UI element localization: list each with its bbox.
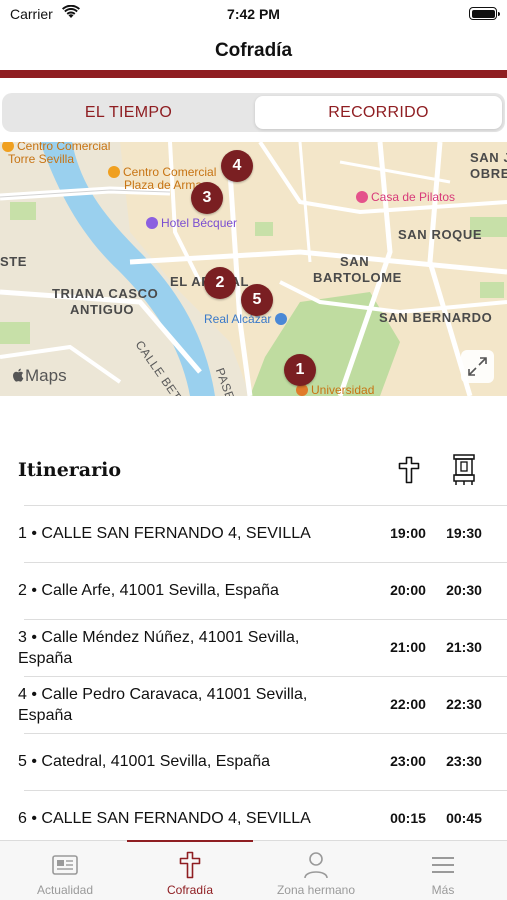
- tab-recorrido[interactable]: RECORRIDO: [255, 96, 502, 129]
- itinerary-row[interactable]: 2 • Calle Arfe, 41001 Sevilla, España 20…: [18, 562, 488, 619]
- shopping-icon: [108, 166, 120, 178]
- tab-label: Zona hermano: [276, 883, 356, 897]
- route-pin-3[interactable]: 3: [191, 182, 223, 214]
- cross-time: 23:00: [390, 753, 426, 769]
- menu-icon: [432, 857, 454, 873]
- tab-label: Actualidad: [36, 883, 94, 897]
- tab-label: Cofradía: [166, 883, 214, 897]
- district-triana: TRIANA CASCO ANTIGUO: [52, 286, 159, 317]
- poi-cc-torre-sevilla[interactable]: Centro Comercial Torre Sevilla: [2, 142, 110, 166]
- segmented-control: EL TIEMPO RECORRIDO: [2, 93, 505, 132]
- paso-time: 21:30: [446, 639, 482, 655]
- cross-time: 21:00: [390, 639, 426, 655]
- apple-maps-attribution[interactable]: Maps: [12, 366, 67, 386]
- stop-address: 6 • CALLE SAN FERNANDO 4, SEVILLA: [18, 810, 311, 827]
- poi-label: Casa de Pilatos: [371, 190, 456, 204]
- paso-time: 22:30: [446, 696, 482, 712]
- stop-address: 3 • Calle Méndez Núñez, 41001 Sevilla, E…: [18, 628, 300, 667]
- district-label-ste: STE: [0, 254, 28, 269]
- shopping-icon: [2, 142, 14, 152]
- cross-time: 20:00: [390, 582, 426, 598]
- expand-map-button[interactable]: [461, 350, 494, 383]
- poi-universidad[interactable]: Universidad: [296, 384, 374, 396]
- museum-icon: [356, 191, 368, 203]
- status-bar: Carrier 7:42 PM: [0, 0, 507, 28]
- apple-logo-icon: [13, 368, 24, 382]
- stop-address: 5 • Catedral, 41001 Sevilla, España: [18, 753, 270, 770]
- route-pin-4[interactable]: 4: [221, 150, 253, 182]
- cross-time: 22:00: [390, 696, 426, 712]
- itinerary-header: Itinerario: [18, 450, 488, 490]
- stop-address: 1 • CALLE SAN FERNANDO 4, SEVILLA: [18, 525, 311, 542]
- tab-zona-hermano[interactable]: Zona hermano: [253, 841, 379, 900]
- route-map[interactable]: Centro Comercial Torre Sevilla Centro Com…: [0, 142, 507, 396]
- active-tab-indicator: [127, 840, 253, 842]
- navigation-bar: Cofradía: [0, 28, 507, 70]
- clock: 7:42 PM: [227, 6, 280, 22]
- stop-address: 2 • Calle Arfe, 41001 Sevilla, España: [18, 582, 279, 599]
- tab-actualidad[interactable]: Actualidad: [2, 841, 128, 900]
- paso-icon: [453, 454, 475, 485]
- district-san-juan: SAN JUANOBRE: [470, 150, 507, 181]
- paso-time: 00:45: [446, 810, 482, 826]
- poi-label: Torre Sevilla: [8, 152, 75, 166]
- maps-label: Maps: [25, 366, 67, 385]
- header-accent-bar: [0, 70, 507, 78]
- poi-label: Hotel Bécquer: [161, 216, 238, 230]
- poi-label: Centro Comercial: [123, 165, 217, 179]
- tab-el-tiempo[interactable]: EL TIEMPO: [5, 96, 252, 129]
- cross-time: 00:15: [390, 810, 426, 826]
- district-san-roque: SAN ROQUE: [398, 227, 483, 242]
- poi-label: Universidad: [311, 383, 375, 397]
- paso-time: 20:30: [446, 582, 482, 598]
- route-pin-5[interactable]: 5: [241, 284, 273, 316]
- cross-icon: [398, 456, 420, 484]
- itinerary-row[interactable]: 4 • Calle Pedro Caravaca, 41001 Sevilla,…: [18, 676, 488, 733]
- poi-casa-pilatos[interactable]: Casa de Pilatos: [356, 190, 455, 204]
- itinerary-row[interactable]: 6 • CALLE SAN FERNANDO 4, SEVILLA 00:15 …: [18, 790, 488, 847]
- itinerary-row[interactable]: 5 • Catedral, 41001 Sevilla, España 23:0…: [18, 733, 488, 790]
- battery-icon: [469, 7, 500, 20]
- person-icon: [304, 852, 328, 879]
- paso-time: 19:30: [446, 525, 482, 541]
- cross-icon: [179, 851, 201, 879]
- poi-hotel-becquer[interactable]: Hotel Bécquer: [146, 216, 237, 230]
- tab-label: Más: [431, 883, 455, 897]
- page-title: Cofradía: [214, 40, 293, 61]
- itinerary-row[interactable]: 3 • Calle Méndez Núñez, 41001 Sevilla, E…: [18, 619, 488, 676]
- itinerary-row[interactable]: 1 • CALLE SAN FERNANDO 4, SEVILLA 19:00 …: [18, 505, 488, 562]
- district-san-bartolome: SAN BARTOLOME: [313, 254, 402, 285]
- map-background: [0, 142, 507, 396]
- poi-real-alcazar[interactable]: Real Alcázar: [204, 312, 290, 326]
- tab-bar: Actualidad Cofradía Zona hermano Más: [0, 840, 507, 900]
- landmark-icon: [275, 313, 288, 325]
- tab-cofradia[interactable]: Cofradía: [127, 841, 253, 900]
- tab-mas[interactable]: Más: [380, 841, 506, 900]
- district-san-bernardo: SAN BERNARDO: [379, 310, 493, 325]
- newspaper-icon: [52, 855, 78, 875]
- stop-address: 4 • Calle Pedro Caravaca, 41001 Sevilla,…: [18, 685, 308, 724]
- cross-time: 19:00: [390, 525, 426, 541]
- expand-icon: [468, 357, 487, 376]
- hotel-icon: [146, 217, 158, 229]
- route-pin-2[interactable]: 2: [204, 267, 236, 299]
- route-pin-1[interactable]: 1: [284, 354, 316, 386]
- paso-time: 23:30: [446, 753, 482, 769]
